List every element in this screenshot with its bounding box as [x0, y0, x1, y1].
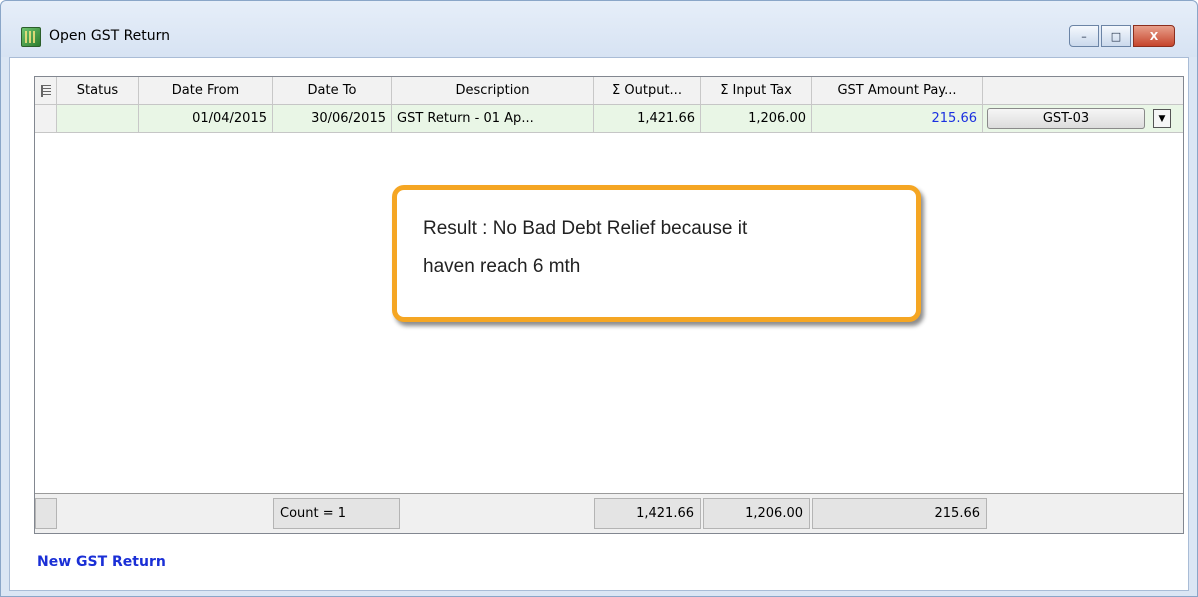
- col-date-from[interactable]: Date From: [139, 77, 273, 104]
- title-bar[interactable]: Open GST Return – □ X: [1, 1, 1197, 57]
- chevron-down-icon[interactable]: ▼: [1153, 109, 1171, 128]
- col-form: [983, 77, 1185, 104]
- annotation-callout: Result : No Bad Debt Relief because it h…: [392, 185, 921, 322]
- cell-date-from: 01/04/2015: [139, 105, 273, 132]
- cell-gst-payable: 215.66: [812, 105, 983, 132]
- footer-payable-total: 215.66: [812, 498, 987, 529]
- column-chooser-icon[interactable]: [35, 77, 57, 104]
- cell-form: GST-03 ▼: [983, 105, 1185, 132]
- app-icon: [21, 27, 41, 47]
- row-selector[interactable]: [35, 105, 57, 132]
- col-status[interactable]: Status: [57, 77, 139, 104]
- col-gst-payable[interactable]: GST Amount Pay...: [812, 77, 983, 104]
- close-button[interactable]: X: [1133, 25, 1175, 47]
- new-gst-return-link[interactable]: New GST Return: [37, 554, 166, 570]
- minimize-button[interactable]: –: [1069, 25, 1099, 47]
- cell-date-to: 30/06/2015: [273, 105, 392, 132]
- col-input-tax[interactable]: Σ Input Tax: [701, 77, 812, 104]
- table-row[interactable]: 01/04/2015 30/06/2015 GST Return - 01 Ap…: [35, 105, 1183, 133]
- maximize-button[interactable]: □: [1101, 25, 1131, 47]
- cell-status: [57, 105, 139, 132]
- col-output-tax[interactable]: Σ Output...: [594, 77, 701, 104]
- client-area: Status Date From Date To Description Σ O…: [9, 57, 1189, 591]
- cell-output-tax: 1,421.66: [594, 105, 701, 132]
- grid-header: Status Date From Date To Description Σ O…: [35, 77, 1183, 105]
- footer-input-total: 1,206.00: [703, 498, 810, 529]
- callout-line-1: Result : No Bad Debt Relief because it: [423, 218, 748, 239]
- footer-output-total: 1,421.66: [594, 498, 701, 529]
- window-title: Open GST Return: [49, 28, 171, 44]
- gst-form-button[interactable]: GST-03: [987, 108, 1145, 129]
- cell-description: GST Return - 01 Ap...: [392, 105, 594, 132]
- col-date-to[interactable]: Date To: [273, 77, 392, 104]
- footer-count: Count = 1: [273, 498, 400, 529]
- grid-footer: Count = 1 1,421.66 1,206.00 215.66: [35, 493, 1183, 533]
- col-description[interactable]: Description: [392, 77, 594, 104]
- footer-spacer: [35, 498, 57, 529]
- callout-line-2: haven reach 6 mth: [423, 256, 581, 277]
- window-controls: – □ X: [1069, 25, 1175, 47]
- cell-input-tax: 1,206.00: [701, 105, 812, 132]
- gst-return-window: Open GST Return – □ X Status Date From D…: [0, 0, 1198, 597]
